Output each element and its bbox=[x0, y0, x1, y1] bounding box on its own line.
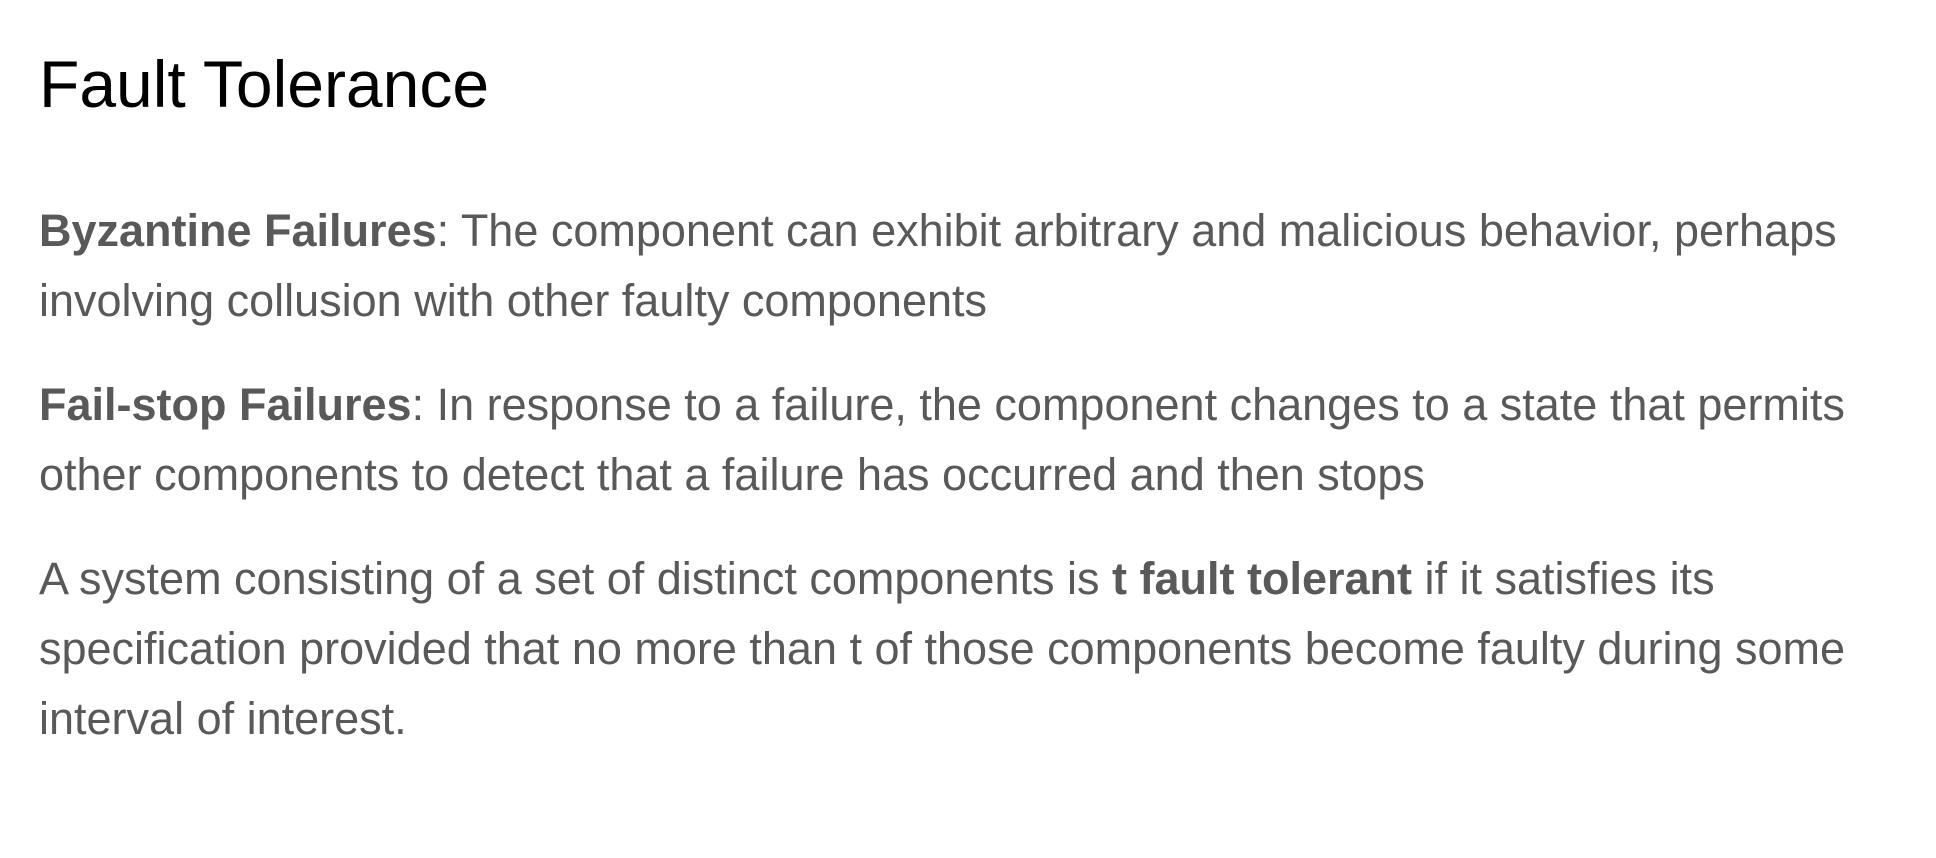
slide-title: Fault Tolerance bbox=[39, 47, 490, 121]
t-fault-tolerant-intro: A system consisting of a set of distinct… bbox=[39, 553, 1112, 604]
byzantine-failures-paragraph: Byzantine Failures: The component can ex… bbox=[39, 196, 1899, 336]
t-fault-tolerant-paragraph: A system consisting of a set of distinct… bbox=[39, 544, 1899, 754]
slide: Fault Tolerance Byzantine Failures: The … bbox=[0, 0, 1936, 858]
byzantine-failures-term: Byzantine Failures bbox=[39, 205, 437, 256]
t-fault-tolerant-term: t fault tolerant bbox=[1112, 553, 1412, 604]
fail-stop-failures-paragraph: Fail-stop Failures: In response to a fai… bbox=[39, 370, 1899, 510]
fail-stop-failures-term: Fail-stop Failures bbox=[39, 379, 412, 430]
